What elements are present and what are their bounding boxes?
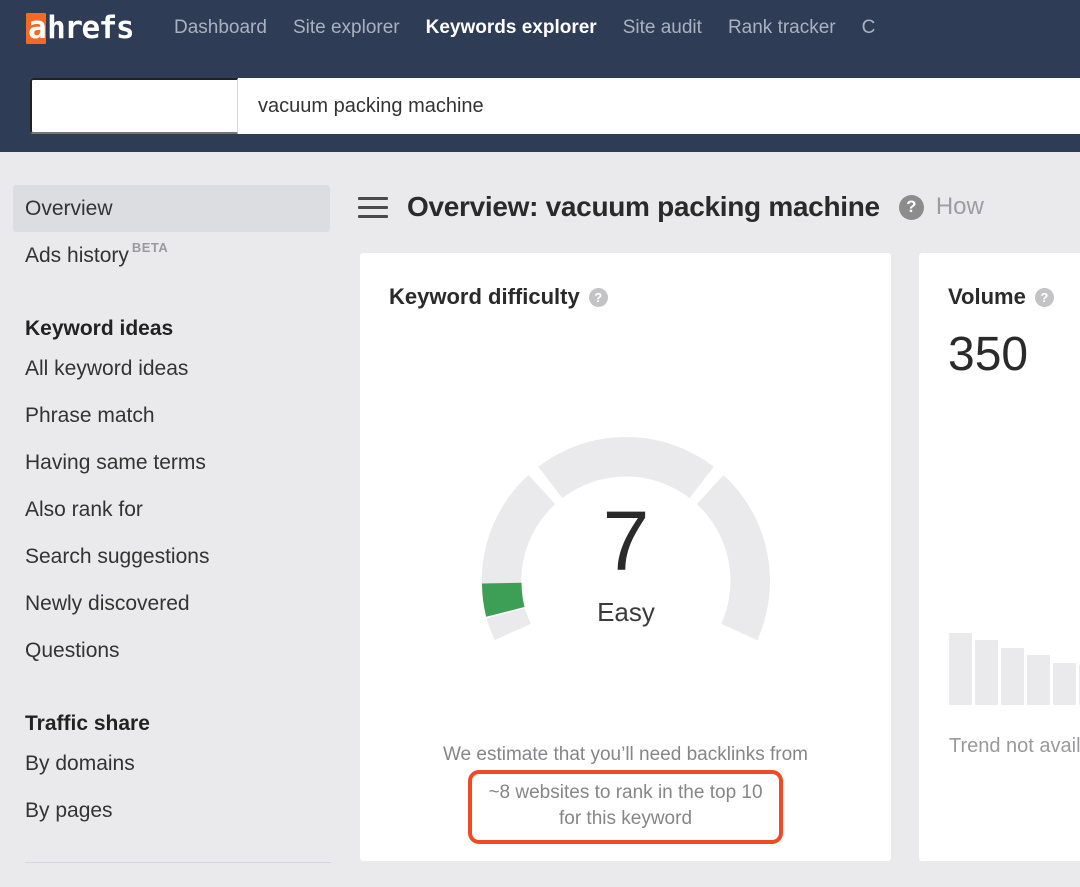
sidebar-heading-keyword-ideas: Keyword ideas [0,297,331,345]
volume-bar [1001,648,1024,705]
sidebar-item-search-suggestions[interactable]: Search suggestions [0,533,331,580]
country-select-input[interactable] [30,78,238,134]
sidebar-item-label: All keyword ideas [25,357,188,381]
hamburger-bar [358,206,388,209]
card-title-label: Volume [948,284,1026,310]
sidebar-item-newly-discovered[interactable]: Newly discovered [0,580,331,627]
page-body: Overview Ads history BETA Keyword ideas … [0,152,1080,887]
hamburger-icon[interactable] [358,197,388,218]
nav-row: ahrefs Dashboard Site explorer Keywords … [0,0,888,56]
sidebar-item-label: Questions [25,639,120,663]
logo-text: hrefs [47,13,133,44]
help-icon[interactable]: ? [1035,288,1054,307]
volume-trend-note: Trend not available [949,735,1080,758]
sidebar-item-by-domains[interactable]: By domains [0,740,331,787]
sidebar-heading-traffic-share: Traffic share [0,692,331,740]
nav-item-keywords-explorer[interactable]: Keywords explorer [413,17,610,39]
top-navigation-bar: ahrefs Dashboard Site explorer Keywords … [0,0,1080,152]
keyword-difficulty-value: 7 [466,499,786,583]
how-to-link[interactable]: How [936,193,984,221]
sidebar-item-label: By pages [25,799,113,823]
estimate-highlight-line1: ~8 websites to rank in the top 10 [488,782,762,803]
sidebar-item-questions[interactable]: Questions [0,627,331,674]
sidebar-item-by-pages[interactable]: By pages [0,787,331,834]
nav-item-site-explorer[interactable]: Site explorer [280,17,413,39]
sidebar-item-also-rank-for[interactable]: Also rank for [0,486,331,533]
hamburger-bar [358,197,388,200]
volume-card: Volume ? 350 Trend not available [919,253,1080,861]
sidebar-item-label: Phrase match [25,404,155,428]
logo-accent-letter: a [26,13,46,44]
card-title-volume: Volume ? [948,284,1054,310]
nav-item-content-explorer[interactable]: C [849,17,889,39]
keyword-difficulty-card: Keyword difficulty ? 7 Easy [360,253,891,861]
ahrefs-logo[interactable]: ahrefs [26,13,133,44]
main-content: Overview: vacuum packing machine ? How K… [331,152,1080,887]
sidebar-item-label: Newly discovered [25,592,190,616]
card-title-label: Keyword difficulty [389,284,580,310]
volume-bar [949,633,972,705]
search-bar [30,78,1080,134]
sidebar-item-having-same-terms[interactable]: Having same terms [0,439,331,486]
card-title-keyword-difficulty: Keyword difficulty ? [389,284,608,310]
main-header: Overview: vacuum packing machine ? How [331,185,984,229]
gauge-segment-hard [538,437,713,498]
sidebar-item-phrase-match[interactable]: Phrase match [0,392,331,439]
page-title: Overview: vacuum packing machine [407,191,880,223]
volume-bar [975,640,998,705]
sidebar-item-label: Also rank for [25,498,143,522]
sidebar-item-label: Having same terms [25,451,206,475]
help-icon[interactable]: ? [899,195,924,220]
volume-bar [1027,655,1050,705]
keyword-difficulty-gauge: 7 Easy [466,421,786,721]
volume-value: 350 [948,331,1028,379]
sidebar-item-ads-history[interactable]: Ads history BETA [0,232,331,279]
sidebar-divider [25,862,331,863]
hamburger-bar [358,215,388,218]
sidebar-item-label: Search suggestions [25,545,209,569]
sidebar: Overview Ads history BETA Keyword ideas … [0,152,331,887]
nav-item-dashboard[interactable]: Dashboard [161,17,280,39]
keyword-difficulty-label: Easy [466,597,786,628]
sidebar-item-overview[interactable]: Overview [13,185,330,232]
sidebar-item-label: Overview [25,197,113,221]
estimate-highlight-box: ~8 websites to rank in the top 10 for th… [468,770,782,844]
beta-badge: BETA [132,240,168,255]
volume-trend-bars [949,620,1080,705]
estimate-prefix: We estimate that you’ll need backlinks f… [443,744,808,765]
nav-item-site-audit[interactable]: Site audit [610,17,715,39]
help-icon[interactable]: ? [589,288,608,307]
sidebar-item-label: Ads history [25,244,129,268]
estimate-highlight-line2: for this keyword [559,808,692,829]
sidebar-item-all-keyword-ideas[interactable]: All keyword ideas [0,345,331,392]
sidebar-item-label: By domains [25,752,135,776]
search-input[interactable] [238,78,1080,134]
volume-bar [1053,663,1076,706]
backlink-estimate: We estimate that you’ll need backlinks f… [380,742,871,844]
nav-item-rank-tracker[interactable]: Rank tracker [715,17,849,39]
